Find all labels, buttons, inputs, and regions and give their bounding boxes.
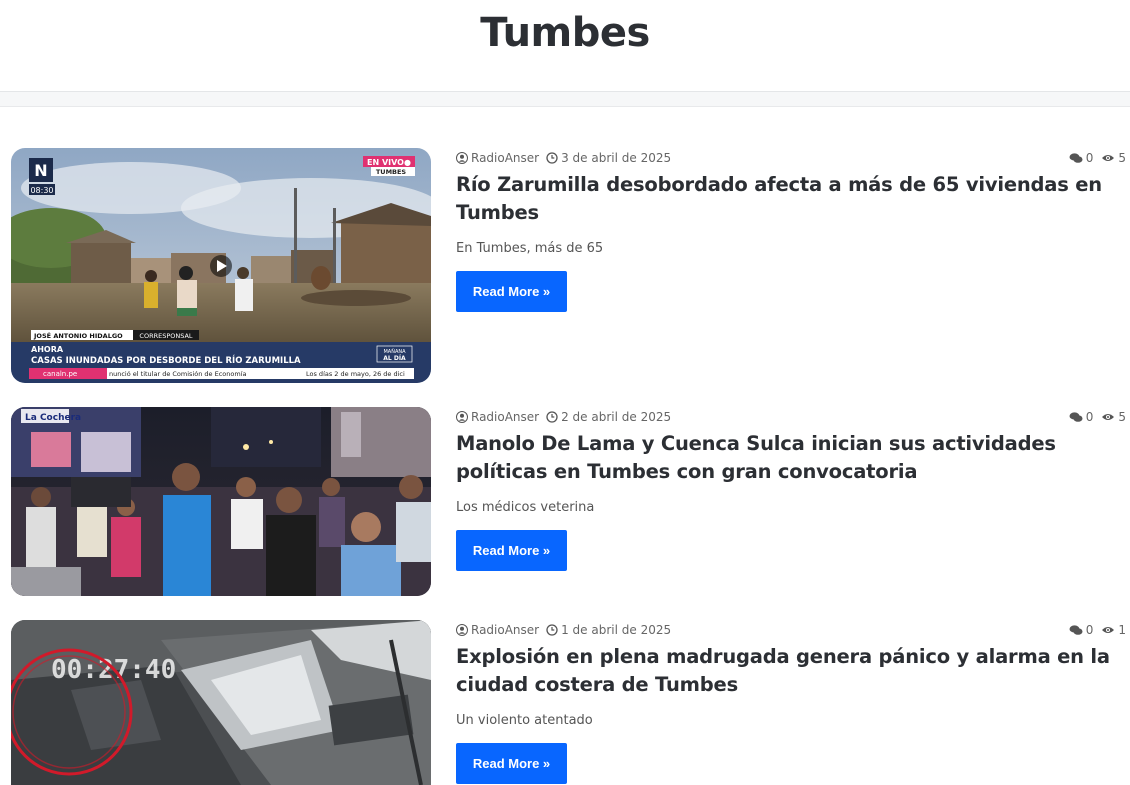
show-line-2: AL DÍA	[383, 354, 406, 362]
post-title[interactable]: Explosión en plena madrugada genera páni…	[456, 643, 1126, 699]
post-title[interactable]: Río Zarumilla desobordado afecta a más d…	[456, 171, 1126, 227]
views-count: 5	[1118, 151, 1126, 165]
post-date: 2 de abril de 2025	[561, 410, 672, 424]
comments-meta[interactable]: 0	[1069, 623, 1094, 637]
post-title[interactable]: Manolo De Lama y Cuenca Sulca inician su…	[456, 430, 1126, 486]
post-excerpt: En Tumbes, más de 65	[456, 241, 604, 256]
user-icon	[456, 152, 468, 164]
post-thumbnail[interactable]: 00:27:40	[11, 620, 431, 785]
eye-icon	[1102, 414, 1115, 420]
user-icon	[456, 411, 468, 423]
eye-icon	[1102, 155, 1115, 161]
shop-sign: La Cochera	[25, 413, 81, 423]
post-date: 3 de abril de 2025	[561, 151, 672, 165]
cctv-explosion-image: 00:27:40	[11, 620, 431, 785]
post-excerpt: Los médicos veterina	[456, 500, 595, 515]
author-meta[interactable]: RadioAnser	[456, 623, 539, 637]
read-more-button[interactable]: Read More »	[456, 743, 567, 784]
ticker-2: Los días 2 de mayo, 26 de dici	[306, 370, 405, 378]
views-count: 5	[1118, 410, 1126, 424]
post-content: RadioAnser 3 de abril de 2025 0 5 Río Za…	[456, 148, 1126, 312]
crowd-street-image: La Cochera	[11, 407, 431, 596]
post-meta: RadioAnser 1 de abril de 2025 0 1	[456, 620, 1126, 640]
clock-icon	[546, 411, 558, 423]
site-label: canaln.pe	[43, 370, 77, 378]
comments-count: 0	[1085, 151, 1094, 165]
read-more-button[interactable]: Read More »	[456, 271, 567, 312]
comments-icon	[1069, 412, 1083, 422]
ticker-1: nunció el titular de Comisión de Economí…	[109, 370, 246, 378]
reporter-role: CORRESPONSAL	[139, 332, 193, 340]
author-name: RadioAnser	[471, 410, 540, 424]
flood-news-image: N 08:30 EN VIVO● TUMBES JOSÉ ANTONIO HID…	[11, 148, 431, 383]
date-meta: 2 de abril de 2025	[546, 410, 671, 424]
views-meta: 1	[1101, 623, 1126, 637]
eye-icon	[1102, 627, 1115, 633]
page-title: Tumbes	[480, 9, 650, 56]
post-content: RadioAnser 1 de abril de 2025 0 1 Explos…	[456, 620, 1126, 784]
date-meta: 1 de abril de 2025	[546, 623, 671, 637]
post-meta: RadioAnser 3 de abril de 2025 0 5	[456, 148, 1126, 168]
live-place: TUMBES	[376, 168, 407, 176]
views-count: 1	[1118, 623, 1126, 637]
clock-icon	[546, 624, 558, 636]
comments-meta[interactable]: 0	[1069, 151, 1094, 165]
read-more-button[interactable]: Read More »	[456, 530, 567, 571]
post-meta: RadioAnser 2 de abril de 2025 0 5	[456, 407, 1126, 427]
post-thumbnail[interactable]: N 08:30 EN VIVO● TUMBES JOSÉ ANTONIO HID…	[11, 148, 431, 383]
post-content: RadioAnser 2 de abril de 2025 0 5 Manolo…	[456, 407, 1126, 571]
comments-icon	[1069, 625, 1083, 635]
post-date: 1 de abril de 2025	[561, 623, 672, 637]
thumb-time: 08:30	[30, 186, 53, 195]
clock-icon	[546, 152, 558, 164]
author-name: RadioAnser	[471, 151, 540, 165]
views-meta: 5	[1101, 151, 1126, 165]
svg-text:N: N	[34, 161, 47, 180]
show-line-1: MAÑANA	[383, 348, 406, 355]
page-header: Tumbes	[0, 0, 1130, 92]
comments-count: 0	[1085, 410, 1094, 424]
user-icon	[456, 624, 468, 636]
author-name: RadioAnser	[471, 623, 540, 637]
post-thumbnail[interactable]: La Cochera	[11, 407, 431, 596]
comments-icon	[1069, 153, 1083, 163]
live-badge: EN VIVO●	[367, 158, 411, 167]
views-meta: 5	[1101, 410, 1126, 424]
author-meta[interactable]: RadioAnser	[456, 151, 539, 165]
comments-count: 0	[1085, 623, 1094, 637]
reporter-name: JOSÉ ANTONIO HIDALGO	[33, 331, 123, 340]
post-excerpt: Un violento atentado	[456, 713, 593, 728]
author-meta[interactable]: RadioAnser	[456, 410, 539, 424]
news-label: AHORA	[31, 345, 64, 354]
news-headline: CASAS INUNDADAS POR DESBORDE DEL RÍO ZAR…	[31, 354, 301, 366]
comments-meta[interactable]: 0	[1069, 410, 1094, 424]
date-meta: 3 de abril de 2025	[546, 151, 671, 165]
header-divider	[0, 92, 1130, 107]
